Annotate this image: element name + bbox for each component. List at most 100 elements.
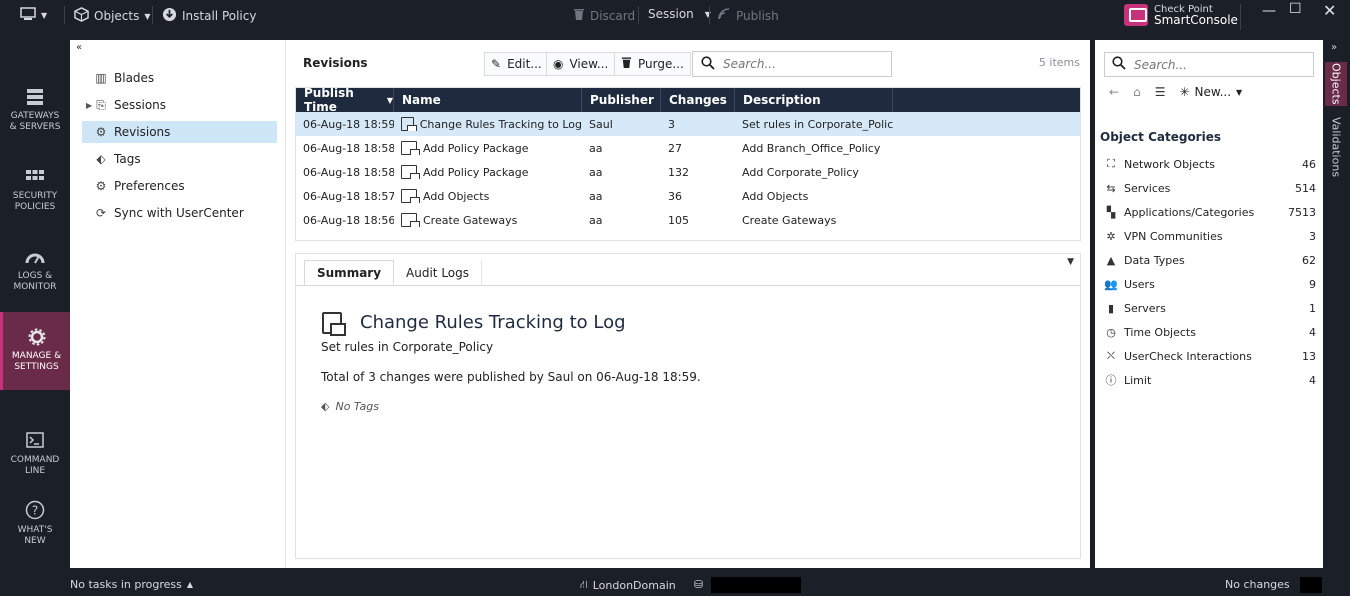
home-icon[interactable]: ⌂ [1133, 85, 1141, 99]
nav-gateways-line2: & SERVERS [9, 122, 61, 132]
tree-item-blades[interactable]: ▥ Blades [82, 67, 277, 89]
table-row[interactable]: 06-Aug-18 18:58 Add Policy Package aa 27… [296, 136, 1080, 160]
tree-item-sync-usercenter[interactable]: ⟳ Sync with UserCenter [82, 202, 277, 224]
objects-search-input[interactable] [1134, 57, 1304, 72]
nav-logs-monitor[interactable]: LOGS & MONITOR [0, 248, 70, 293]
objects-search[interactable] [1104, 52, 1314, 77]
revisions-table: Publish Time ▼ Name Publisher Changes Des… [295, 86, 1081, 241]
maximize-button[interactable]: ☐ [1289, 1, 1302, 17]
table-row[interactable]: 06-Aug-18 18:58 Add Policy Package aa 13… [296, 160, 1080, 184]
clock-icon: ◷ [1106, 325, 1116, 339]
category-network-objects[interactable]: ⛶ Network Objects 46 [1104, 154, 1316, 174]
new-object-button[interactable]: ✳ New... ▼ [1179, 85, 1242, 99]
cell-publisher: aa [589, 213, 603, 227]
nav-security-policies[interactable]: SECURITY POLICIES [0, 168, 70, 213]
nav-logs-line1: LOGS & [17, 271, 53, 281]
category-count: 4 [1309, 325, 1316, 339]
table-row[interactable]: 06-Aug-18 18:57 Add Objects aa 36 Add Ob… [296, 184, 1080, 208]
tab-objects[interactable]: Objects [1325, 62, 1347, 106]
revision-tags: ⬖ No Tags [321, 400, 379, 413]
publish-button[interactable]: Publish [717, 7, 779, 24]
column-name[interactable]: Name [394, 88, 582, 112]
tree-item-sessions[interactable]: ▶ ⎘ Sessions [82, 94, 277, 116]
column-publisher[interactable]: Publisher [582, 88, 661, 112]
nav-whatsnew-line1: WHAT'S [17, 525, 53, 535]
column-publish-time[interactable]: Publish Time ▼ [296, 86, 394, 114]
session-menu-button[interactable]: Session ▼ [648, 7, 711, 21]
tree-item-tags[interactable]: ⬖ Tags [82, 148, 277, 170]
cell-publisher: aa [589, 141, 603, 155]
objects-menu-button[interactable]: Objects ▼ [74, 7, 151, 25]
purge-button[interactable]: Purge... [614, 52, 691, 76]
tree-item-label: Blades [114, 71, 155, 85]
category-time-objects[interactable]: ◷ Time Objects 4 [1104, 322, 1316, 342]
trash-icon [573, 7, 585, 24]
tree-item-label: Sync with UserCenter [114, 206, 244, 220]
tree-item-preferences[interactable]: ⚙ Preferences [82, 175, 277, 197]
back-arrow-icon[interactable]: ← [1109, 85, 1119, 99]
install-icon [162, 7, 177, 25]
checkpoint-logo-icon [1124, 4, 1148, 26]
changes-text: No changes [1225, 578, 1290, 591]
table-row[interactable]: 06-Aug-18 18:56 Create Gateways aa 105 C… [296, 208, 1080, 232]
categories-title: Object Categories [1100, 130, 1221, 144]
expand-panel-icon[interactable]: » [1331, 42, 1337, 53]
discard-button[interactable]: Discard [573, 7, 635, 24]
close-button[interactable]: ✕ [1323, 1, 1336, 20]
category-applications[interactable]: ▚ Applications/Categories 7513 [1104, 202, 1316, 222]
svg-text:?: ? [32, 504, 38, 518]
main-menu-button[interactable]: ▼ [20, 7, 47, 24]
cell-description: Create Gateways [742, 213, 837, 227]
category-services[interactable]: ⇆ Services 514 [1104, 178, 1316, 198]
column-changes[interactable]: Changes [661, 88, 735, 112]
category-name: UserCheck Interactions [1124, 349, 1252, 363]
category-data-types[interactable]: ▲ Data Types 62 [1104, 250, 1316, 270]
nav-command-line[interactable]: COMMAND LINE [0, 432, 70, 477]
session-label: Session [648, 7, 694, 21]
category-usercheck[interactable]: ⛌ UserCheck Interactions 13 [1104, 346, 1316, 366]
revisions-search[interactable] [692, 51, 892, 77]
nav-manage-settings[interactable]: MANAGE & SETTINGS [0, 312, 70, 390]
install-policy-button[interactable]: Install Policy [162, 7, 256, 25]
cell-description: Add Objects [742, 189, 809, 203]
manage-settings-panel: « ▥ Blades ▶ ⎘ Sessions ⚙ Revisions ⬖ Ta… [70, 40, 1090, 568]
tree-item-label: Preferences [114, 179, 185, 193]
category-limit[interactable]: ⓘ Limit 4 [1104, 370, 1317, 390]
list-view-icon[interactable]: ☰ [1155, 85, 1166, 99]
tab-summary[interactable]: Summary [304, 260, 395, 286]
category-vpn-communities[interactable]: ✲ VPN Communities 3 [1104, 226, 1316, 246]
column-description[interactable]: Description [735, 88, 893, 112]
nav-whats-new[interactable]: ? WHAT'S NEW [0, 500, 70, 547]
nav-whatsnew-line2: NEW [24, 536, 46, 546]
search-input[interactable] [723, 57, 883, 71]
tree-item-revisions[interactable]: ⚙ Revisions [82, 121, 277, 143]
tab-validations[interactable]: Validations [1325, 112, 1347, 182]
expand-arrow-icon[interactable]: ▶ [86, 101, 92, 110]
cell-description: Add Branch_Office_Policy [742, 141, 881, 155]
cell-name-text: Create Gateways [423, 213, 518, 227]
category-count: 62 [1302, 253, 1316, 267]
category-count: 46 [1302, 157, 1316, 171]
cell-changes: 132 [668, 165, 689, 179]
domain-status[interactable]: ⛙ LondonDomain [580, 578, 676, 593]
revisions-content: Revisions ✎ Edit... ◉ View... Purge... S… [295, 40, 1090, 568]
detail-collapse-icon[interactable]: ▼ [1067, 257, 1074, 267]
category-servers[interactable]: ▮ Servers 1 [1104, 298, 1316, 318]
edit-button[interactable]: ✎ Edit... [484, 52, 549, 76]
smartconsole-window: ▼ Objects ▼ Install Policy Discard Sessi… [0, 0, 1350, 596]
install-policy-label: Install Policy [182, 9, 257, 23]
database-icon: ⛁ [694, 578, 704, 591]
table-row[interactable]: 06-Aug-18 18:59 Change Rules Tracking to… [296, 112, 1080, 136]
tasks-status[interactable]: No tasks in progress ▲ [70, 578, 193, 591]
minimize-button[interactable]: — [1262, 3, 1276, 19]
category-name: Users [1124, 277, 1155, 291]
tab-audit-logs[interactable]: Audit Logs [394, 260, 483, 286]
revision-summary: Total of 3 changes were published by Sau… [321, 370, 701, 384]
category-users[interactable]: 👥 Users 9 [1104, 274, 1316, 294]
view-button[interactable]: ◉ View... [546, 52, 616, 76]
status-bar: No tasks in progress ▲ ⛙ LondonDomain ⛁ … [0, 572, 1350, 596]
collapse-panel-icon[interactable]: « [76, 42, 82, 53]
gauge-icon [25, 253, 45, 264]
eye-icon: ◉ [553, 57, 564, 71]
nav-gateways-servers[interactable]: GATEWAYS & SERVERS [0, 88, 70, 133]
